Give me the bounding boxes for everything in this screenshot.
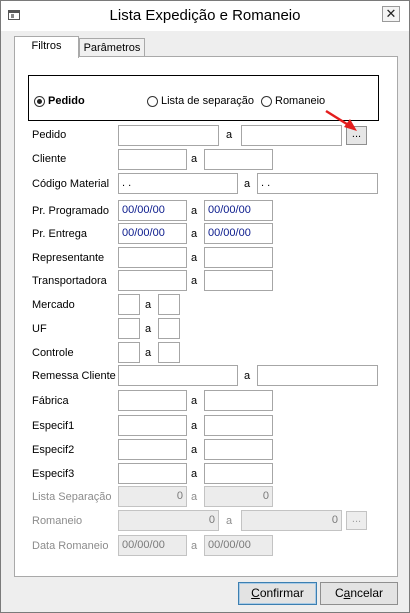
- remessa-cliente-to-input[interactable]: [257, 365, 378, 386]
- label-fabrica: Fábrica: [32, 395, 69, 407]
- radio-lista-separacao[interactable]: Lista de separação: [147, 95, 254, 107]
- fabrica-to-input[interactable]: [204, 390, 273, 411]
- range-separator: a: [191, 153, 198, 165]
- radio-unselected-icon: [147, 95, 158, 107]
- label-remessa-cliente: Remessa Cliente: [32, 370, 116, 382]
- representante-from-input[interactable]: [118, 247, 187, 268]
- range-separator: a: [191, 444, 198, 456]
- radio-pedido-label: Pedido: [48, 95, 85, 107]
- pr-entrega-to-input[interactable]: 00/00/00: [204, 223, 273, 244]
- tab-parametros[interactable]: Parâmetros: [79, 38, 145, 58]
- representante-to-input[interactable]: [204, 247, 273, 268]
- close-button[interactable]: ✕: [382, 6, 400, 22]
- label-representante: Representante: [32, 252, 105, 264]
- range-separator: a: [145, 347, 152, 359]
- uf-to-input[interactable]: [158, 318, 180, 339]
- label-cliente: Cliente: [32, 153, 67, 165]
- controle-to-input[interactable]: [158, 342, 180, 363]
- title-bar[interactable]: Lista Expedição e Romaneio ✕: [1, 1, 409, 31]
- pr-programado-to-input[interactable]: 00/00/00: [204, 200, 273, 221]
- label-data-romaneio: Data Romaneio: [32, 540, 109, 552]
- label-especif2: Especif2: [32, 444, 75, 456]
- radio-unselected-icon: [261, 95, 272, 107]
- range-separator: a: [191, 491, 198, 503]
- cliente-from-input[interactable]: [118, 149, 187, 170]
- range-separator: a: [191, 275, 198, 287]
- label-pr-programado: Pr. Programado: [32, 205, 110, 217]
- confirm-hotkey: C: [251, 586, 260, 600]
- mercado-to-input[interactable]: [158, 294, 180, 315]
- remessa-cliente-from-input[interactable]: [118, 365, 238, 386]
- range-separator: a: [191, 540, 198, 552]
- especif2-from-input[interactable]: [118, 439, 187, 460]
- range-separator: a: [191, 252, 198, 264]
- pedido-lookup-button[interactable]: ...: [346, 126, 367, 145]
- transportadora-from-input[interactable]: [118, 270, 187, 291]
- lista-separacao-from-input[interactable]: 0: [118, 486, 187, 507]
- label-especif3: Especif3: [32, 468, 75, 480]
- cancel-button[interactable]: Cancelar: [320, 582, 398, 605]
- fabrica-from-input[interactable]: [118, 390, 187, 411]
- range-separator: a: [244, 370, 251, 382]
- data-romaneio-to-input[interactable]: 00/00/00: [204, 535, 273, 556]
- confirm-label-rest: onfirmar: [259, 586, 304, 600]
- romaneio-from-input[interactable]: 0: [118, 510, 219, 531]
- especif3-from-input[interactable]: [118, 463, 187, 484]
- label-codigo-material: Código Material: [32, 178, 110, 190]
- mercado-from-input[interactable]: [118, 294, 140, 315]
- dialog-window: Lista Expedição e Romaneio ✕ Filtros Par…: [0, 0, 410, 613]
- range-separator: a: [191, 468, 198, 480]
- range-separator: a: [226, 515, 233, 527]
- range-separator: a: [244, 178, 251, 190]
- radio-lista-label: Lista de separação: [161, 95, 254, 107]
- especif1-to-input[interactable]: [204, 415, 273, 436]
- label-lista-separacao: Lista Separação: [32, 491, 112, 503]
- especif3-to-input[interactable]: [204, 463, 273, 484]
- uf-from-input[interactable]: [118, 318, 140, 339]
- label-controle: Controle: [32, 347, 74, 359]
- transportadora-to-input[interactable]: [204, 270, 273, 291]
- pr-programado-from-input[interactable]: 00/00/00: [118, 200, 187, 221]
- romaneio-lookup-button[interactable]: ...: [346, 511, 367, 530]
- range-separator: a: [191, 395, 198, 407]
- range-separator: a: [191, 205, 198, 217]
- especif2-to-input[interactable]: [204, 439, 273, 460]
- range-separator: a: [191, 420, 198, 432]
- especif1-from-input[interactable]: [118, 415, 187, 436]
- cancel-label-rest: ncelar: [350, 586, 384, 600]
- range-separator: a: [145, 299, 152, 311]
- pedido-from-input[interactable]: [118, 125, 219, 146]
- radio-pedido[interactable]: Pedido: [34, 95, 85, 107]
- label-especif1: Especif1: [32, 420, 75, 432]
- radio-romaneio[interactable]: Romaneio: [261, 95, 325, 107]
- cliente-to-input[interactable]: [204, 149, 273, 170]
- label-transportadora: Transportadora: [32, 275, 107, 287]
- range-separator: a: [191, 228, 198, 240]
- radio-selected-icon: [34, 95, 45, 107]
- tab-filtros[interactable]: Filtros: [14, 36, 79, 58]
- confirm-button[interactable]: Confirmar: [238, 582, 317, 605]
- pedido-to-input[interactable]: [241, 125, 342, 146]
- controle-from-input[interactable]: [118, 342, 140, 363]
- window-title: Lista Expedição e Romaneio: [109, 7, 301, 24]
- radio-romaneio-label: Romaneio: [275, 95, 326, 107]
- label-mercado: Mercado: [32, 299, 75, 311]
- label-uf: UF: [32, 323, 47, 335]
- cancel-label-prefix: C: [334, 586, 344, 600]
- range-separator: a: [145, 323, 152, 335]
- lista-separacao-to-input[interactable]: 0: [204, 486, 273, 507]
- codigo-material-to-input[interactable]: . .: [257, 173, 378, 194]
- label-romaneio: Romaneio: [32, 515, 83, 527]
- label-pr-entrega: Pr. Entrega: [32, 228, 88, 240]
- pr-entrega-from-input[interactable]: 00/00/00: [118, 223, 187, 244]
- romaneio-to-input[interactable]: 0: [241, 510, 342, 531]
- codigo-material-from-input[interactable]: . .: [118, 173, 238, 194]
- range-separator: a: [226, 129, 233, 141]
- data-romaneio-from-input[interactable]: 00/00/00: [118, 535, 187, 556]
- label-pedido: Pedido: [32, 129, 67, 141]
